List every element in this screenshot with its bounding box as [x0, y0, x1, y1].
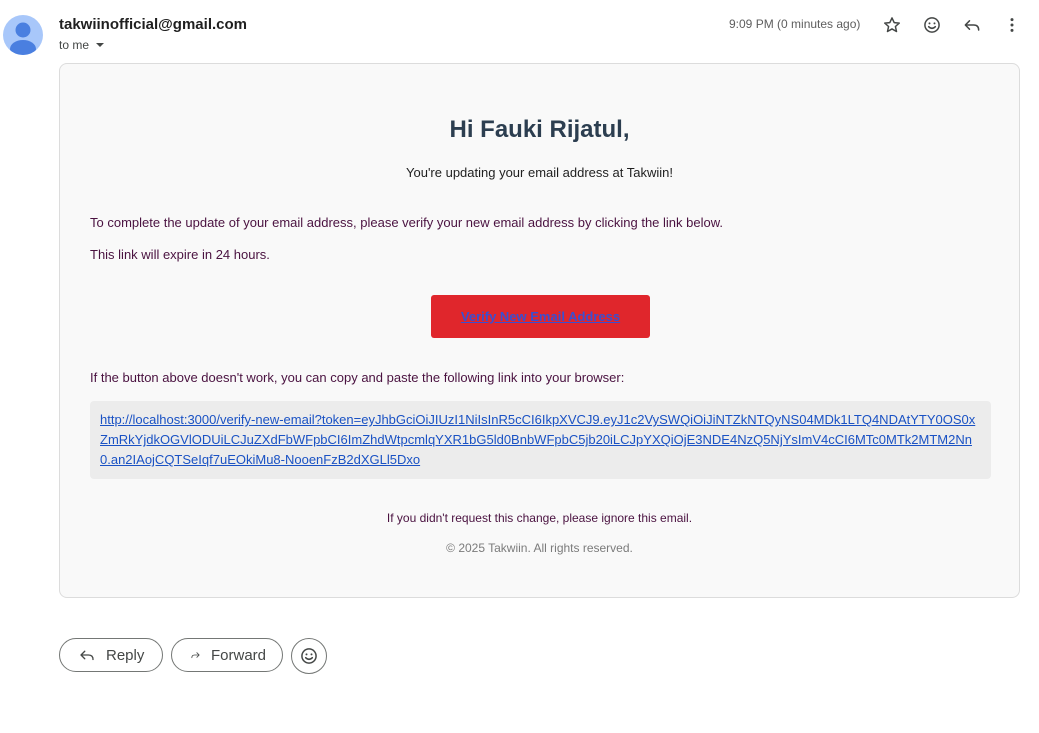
email-view: takwiinofficial@gmail.com to me 9:09 PM … [0, 0, 1039, 733]
email-timestamp: 9:09 PM (0 minutes ago) [729, 17, 861, 31]
verification-link[interactable]: http://localhost:3000/verify-new-email?t… [100, 410, 981, 430]
greeting-heading: Hi Fauki Rijatul, [449, 116, 630, 143]
verification-link[interactable]: ZmRkYjdkOGVlODUiLCJuZXdFbWFpbCI6ImZhdWtp… [100, 430, 981, 450]
fallback-text: If the button above doesn't work, you ca… [90, 370, 625, 385]
add-reaction-button[interactable] [920, 13, 944, 37]
star-icon [884, 17, 900, 33]
recipient-details-toggle[interactable]: to me [59, 38, 107, 52]
emoji-icon [301, 648, 317, 664]
reply-button[interactable]: Reply [59, 638, 163, 672]
ignore-notice: If you didn't request this change, pleas… [386, 511, 693, 525]
copyright-text: © 2025 Takwiin. All rights reserved. [446, 541, 633, 555]
recipient-label: to me [59, 38, 90, 52]
expiry-text: This link will expire in 24 hours. [90, 247, 270, 262]
more-options-button[interactable] [1000, 13, 1024, 37]
person-icon [10, 22, 36, 55]
verify-email-button[interactable]: Verify New Email Address [431, 295, 650, 338]
verification-link-box: http://localhost:3000/verify-new-email?t… [90, 401, 991, 479]
caret-down-icon [96, 43, 105, 47]
emoji-reaction-button[interactable] [291, 638, 327, 674]
email-body: Hi Fauki Rijatul, You're updating your e… [59, 63, 1020, 598]
reply-label: Reply [106, 646, 145, 664]
sender-avatar[interactable] [3, 15, 43, 55]
reply-icon [80, 650, 94, 661]
forward-label: Forward [210, 646, 266, 664]
verification-link[interactable]: 0.an2IAojCQTSeIqf7uEOkiMu8-NooenFzB2dXGL… [100, 450, 981, 470]
instruction-text: To complete the update of your email add… [90, 215, 723, 230]
forward-button[interactable]: Forward [171, 638, 283, 672]
star-button[interactable] [880, 13, 904, 37]
more-vert-icon [1010, 18, 1014, 32]
emoji-icon [924, 17, 940, 33]
reply-icon-button[interactable] [960, 13, 984, 37]
sender-email[interactable]: takwiinofficial@gmail.com [59, 16, 247, 33]
forward-icon [191, 652, 200, 659]
intro-text: You're updating your email address at Ta… [406, 165, 673, 180]
reply-icon [964, 20, 980, 31]
